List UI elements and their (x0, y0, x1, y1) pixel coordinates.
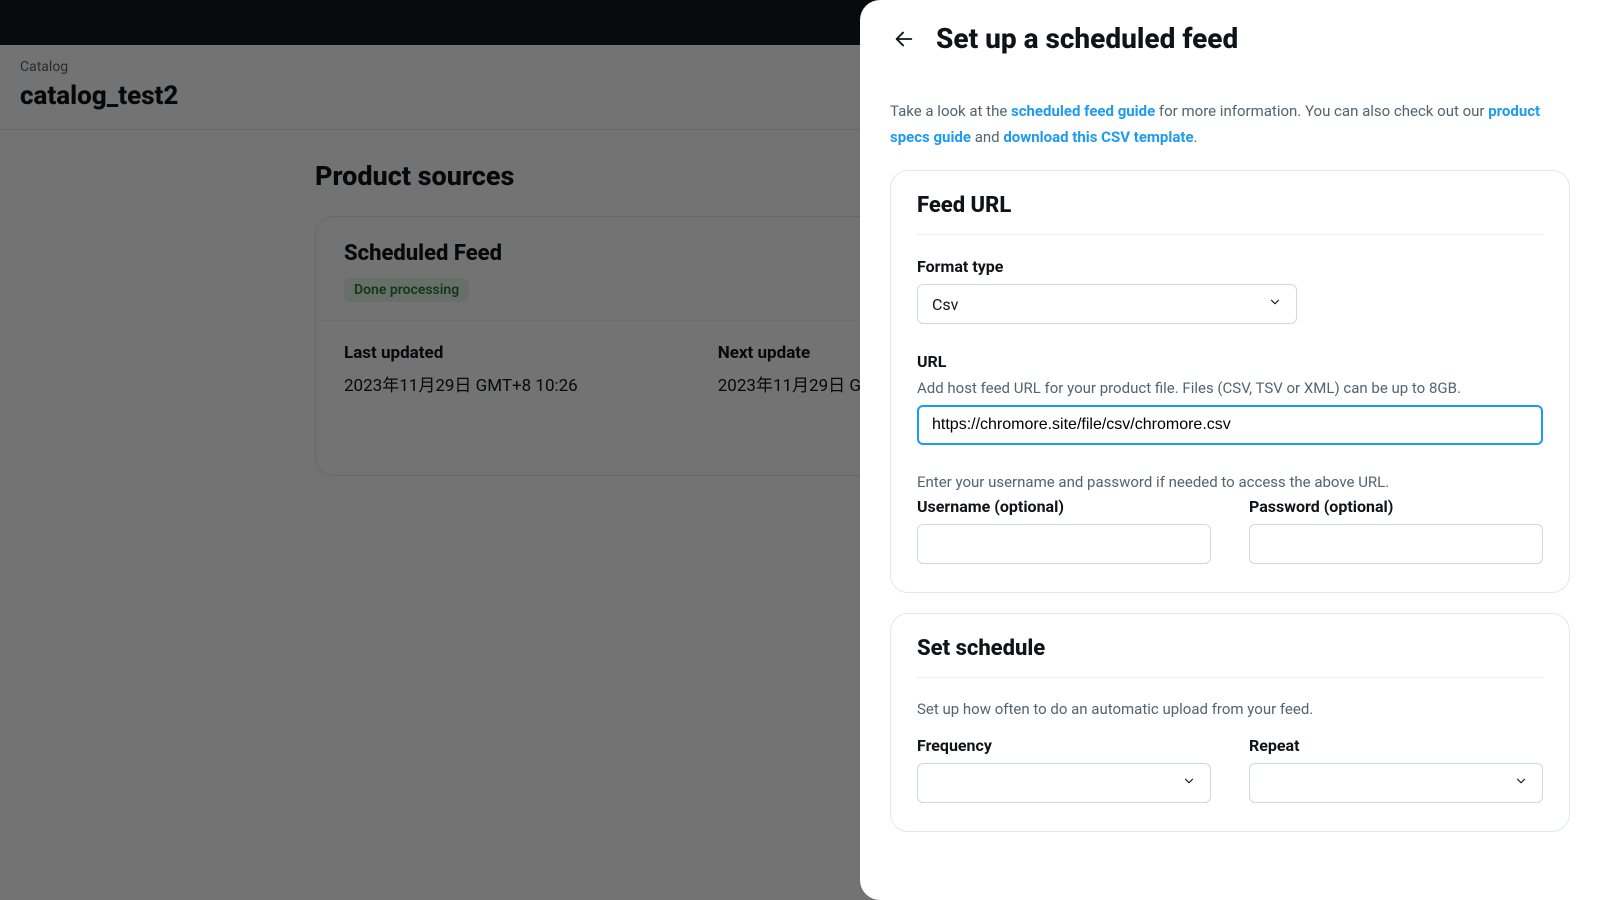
password-label: Password (optional) (1249, 497, 1543, 516)
username-label: Username (optional) (917, 497, 1211, 516)
panel-header: Set up a scheduled feed (860, 0, 1600, 73)
feed-url-block: Feed URL Format type Csv URL Add host fe… (890, 170, 1570, 593)
link-download-csv-template[interactable]: download this CSV template (1003, 128, 1193, 146)
intro-mid: for more information. You can also check… (1155, 102, 1488, 120)
format-type-label: Format type (917, 257, 1543, 276)
set-schedule-block: Set schedule Set up how often to do an a… (890, 613, 1570, 832)
feed-url-title: Feed URL (917, 193, 1543, 218)
chevron-down-icon (1182, 774, 1196, 792)
panel-body: Take a look at the scheduled feed guide … (860, 73, 1600, 900)
chevron-down-icon (1268, 295, 1282, 313)
username-input[interactable] (917, 524, 1211, 564)
intro-text: Take a look at the scheduled feed guide … (890, 99, 1570, 150)
password-input[interactable] (1249, 524, 1543, 564)
link-scheduled-feed-guide[interactable]: scheduled feed guide (1011, 102, 1155, 120)
back-button[interactable] (890, 25, 918, 53)
url-input[interactable] (917, 405, 1543, 445)
divider (917, 677, 1543, 678)
frequency-select[interactable] (917, 763, 1211, 803)
intro-period: . (1194, 128, 1198, 146)
app-root: Catalog catalog_test2 Product sources Sc… (0, 0, 1600, 900)
repeat-label: Repeat (1249, 736, 1543, 755)
chevron-down-icon (1514, 774, 1528, 792)
url-label: URL (917, 352, 1543, 371)
side-panel: Set up a scheduled feed Take a look at t… (860, 0, 1600, 900)
divider (917, 234, 1543, 235)
set-schedule-title: Set schedule (917, 636, 1543, 661)
arrow-left-icon (893, 28, 915, 50)
frequency-label: Frequency (917, 736, 1211, 755)
intro-prefix: Take a look at the (890, 102, 1011, 120)
panel-title: Set up a scheduled feed (936, 22, 1238, 55)
format-type-select[interactable]: Csv (917, 284, 1297, 324)
credentials-hint: Enter your username and password if need… (917, 473, 1543, 491)
intro-and: and (971, 128, 1003, 146)
url-hint: Add host feed URL for your product file.… (917, 379, 1543, 397)
repeat-select[interactable] (1249, 763, 1543, 803)
format-type-value: Csv (932, 295, 958, 314)
schedule-hint: Set up how often to do an automatic uplo… (917, 700, 1543, 718)
